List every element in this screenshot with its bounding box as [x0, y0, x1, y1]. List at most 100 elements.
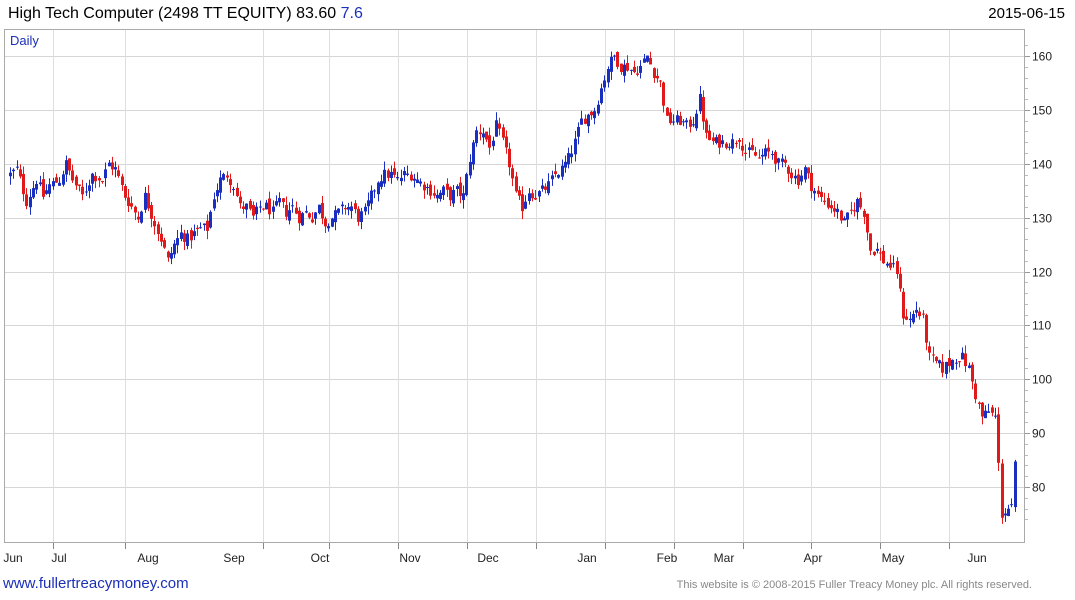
candle	[974, 379, 977, 404]
candle-body	[429, 184, 432, 196]
candle	[436, 189, 439, 203]
candle	[551, 170, 554, 186]
candle	[377, 181, 380, 202]
candle	[676, 110, 679, 125]
candle-body	[150, 205, 153, 219]
candle	[462, 185, 465, 209]
candle	[873, 251, 876, 257]
candle	[863, 208, 866, 225]
candle-body	[978, 402, 981, 405]
candle-body	[216, 190, 219, 197]
candle-body	[298, 210, 301, 224]
candle	[958, 361, 961, 368]
candle-body	[117, 170, 120, 176]
candle	[699, 86, 702, 115]
candle	[268, 191, 271, 220]
candle-body	[157, 224, 160, 235]
candle	[364, 203, 367, 216]
candle	[718, 133, 721, 155]
candle-body	[144, 192, 147, 210]
candle-body	[475, 130, 478, 144]
candle	[889, 254, 892, 271]
candle-body	[222, 174, 225, 180]
candle-body	[915, 309, 918, 313]
candle-body	[964, 353, 967, 367]
candle-body	[676, 115, 679, 123]
candle-body	[209, 211, 212, 228]
candle-body	[236, 187, 239, 197]
candle	[170, 247, 173, 265]
candle	[140, 210, 143, 224]
candle	[807, 167, 810, 179]
candle	[531, 189, 534, 202]
candle-body	[702, 96, 705, 122]
period-label: Daily	[10, 33, 39, 48]
y-tick-label: 130	[1032, 212, 1052, 226]
candle	[853, 202, 856, 217]
candle	[590, 110, 593, 120]
candle-body	[672, 121, 675, 123]
candle-body	[853, 210, 856, 212]
candle	[708, 124, 711, 141]
candle	[472, 140, 475, 170]
candle	[610, 51, 613, 80]
candle-body	[889, 262, 892, 268]
candle-body	[610, 56, 613, 72]
candle-body	[190, 230, 193, 241]
candle-body	[902, 291, 905, 319]
candle	[955, 359, 958, 370]
candle	[39, 175, 42, 187]
candle-body	[820, 191, 823, 198]
candle-body	[203, 223, 206, 226]
candle	[150, 201, 153, 228]
candle	[242, 201, 245, 214]
candle-body	[528, 193, 531, 201]
candle	[203, 223, 206, 231]
candle	[774, 149, 777, 173]
candle-body	[88, 185, 91, 191]
candle	[252, 201, 255, 220]
y-tick-label: 160	[1032, 50, 1052, 64]
candle-body	[396, 177, 399, 179]
candle	[574, 130, 577, 162]
y-tick-label: 140	[1032, 158, 1052, 172]
candle	[984, 405, 987, 419]
candle-body	[639, 65, 642, 73]
candle	[918, 307, 921, 320]
candle	[482, 127, 485, 145]
candle-body	[341, 204, 344, 207]
candle-body	[153, 220, 156, 227]
candle	[350, 201, 353, 219]
candle	[731, 133, 734, 154]
candlestick-chart: Daily 80 90 100 110 120 130 140 150 160 Jun Jul Au…	[3, 29, 1052, 565]
candle-body	[784, 159, 787, 163]
candle-body	[744, 152, 747, 154]
candle-body	[603, 80, 606, 88]
candle-body	[534, 197, 537, 200]
candle-body	[52, 181, 55, 187]
candle	[633, 60, 636, 74]
candle-body	[465, 174, 468, 195]
candle-body	[314, 212, 317, 219]
candle-body	[19, 169, 22, 177]
candle	[321, 195, 324, 225]
candle	[584, 114, 587, 125]
candle-body	[705, 120, 708, 133]
candle	[498, 117, 501, 136]
candle-body	[337, 208, 340, 213]
candle-body	[725, 143, 728, 148]
candle-body	[232, 189, 235, 191]
candle-body	[994, 415, 997, 417]
candle	[127, 189, 130, 213]
candle	[528, 188, 531, 205]
candle	[580, 110, 583, 125]
candle	[12, 168, 15, 179]
candle	[199, 222, 202, 229]
candle	[55, 173, 58, 183]
footer-website-link[interactable]: www.fullertreacymoney.com	[3, 575, 189, 592]
candle-body	[945, 361, 948, 374]
candle	[823, 192, 826, 205]
candle	[987, 403, 990, 414]
candle-body	[147, 193, 150, 209]
candle	[311, 212, 314, 224]
